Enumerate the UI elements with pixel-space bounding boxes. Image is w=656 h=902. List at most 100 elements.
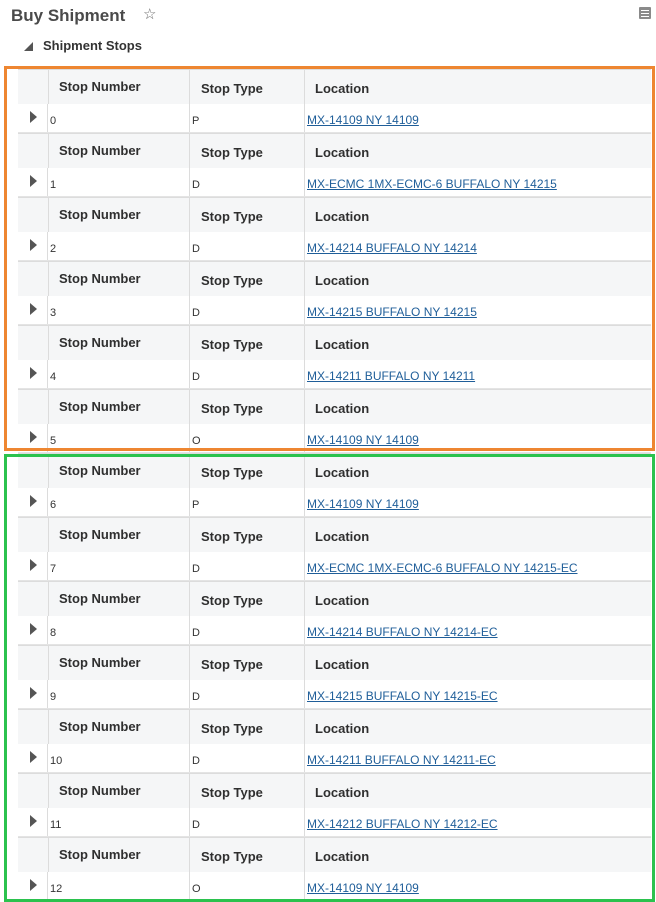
stop-row: 4 D MX-14211 BUFFALO NY 14211 — [18, 360, 651, 389]
expand-triangle-icon[interactable] — [30, 559, 37, 571]
stop-number-cell: 11 — [50, 819, 62, 831]
column-header-location[interactable]: Location — [304, 390, 651, 424]
location-link[interactable]: MX-ECMC 1MX-ECMC-6 BUFFALO NY 14215 — [307, 177, 557, 191]
expand-triangle-icon[interactable] — [30, 495, 37, 507]
column-header-stop-number[interactable]: Stop Number — [48, 134, 189, 169]
column-header-stop-type[interactable]: Stop Type — [189, 390, 305, 424]
expand-triangle-icon[interactable] — [30, 879, 37, 891]
column-header-stop-number[interactable]: Stop Number — [48, 198, 189, 233]
location-link[interactable]: MX-ECMC 1MX-ECMC-6 BUFFALO NY 14215-EC — [307, 561, 578, 575]
column-header-stop-number[interactable]: Stop Number — [48, 774, 189, 809]
column-header-stop-type[interactable]: Stop Type — [189, 518, 305, 552]
stop-row: 1 D MX-ECMC 1MX-ECMC-6 BUFFALO NY 14215 — [18, 168, 651, 197]
column-header-location[interactable]: Location — [304, 582, 651, 616]
column-header-stop-type[interactable]: Stop Type — [189, 326, 305, 360]
column-header-location[interactable]: Location — [304, 326, 651, 360]
expand-triangle-icon[interactable] — [30, 303, 37, 315]
stop-header-row: Stop Number Stop Type Location — [18, 581, 651, 617]
location-link[interactable]: MX-14109 NY 14109 — [307, 881, 419, 895]
column-header-stop-number[interactable]: Stop Number — [48, 582, 189, 617]
column-header-stop-number[interactable]: Stop Number — [48, 326, 189, 361]
column-header-stop-number[interactable]: Stop Number — [48, 710, 189, 745]
column-header-stop-number[interactable]: Stop Number — [48, 838, 189, 873]
location-link[interactable]: MX-14212 BUFFALO NY 14212-EC — [307, 817, 498, 831]
stop-row: 6 P MX-14109 NY 14109 — [18, 488, 651, 517]
stop-header-row: Stop Number Stop Type Location — [18, 69, 651, 105]
shipment-stops-list: Stop Number Stop Type Location 0 P MX-14109 N… — [18, 69, 651, 901]
expand-triangle-icon[interactable] — [30, 367, 37, 379]
stop-header-row: Stop Number Stop Type Location — [18, 197, 651, 233]
column-header-stop-type[interactable]: Stop Type — [189, 646, 305, 680]
column-header-location[interactable]: Location — [304, 646, 651, 680]
location-link[interactable]: MX-14214 BUFFALO NY 14214 — [307, 241, 477, 255]
stop-type-cell: D — [192, 563, 200, 575]
expand-triangle-icon[interactable] — [30, 239, 37, 251]
stop-row: 3 D MX-14215 BUFFALO NY 14215 — [18, 296, 651, 325]
stop-number-cell: 5 — [50, 435, 57, 447]
column-header-location[interactable]: Location — [304, 774, 651, 808]
expand-triangle-icon[interactable] — [30, 751, 37, 763]
column-header-stop-number[interactable]: Stop Number — [48, 518, 189, 553]
location-link[interactable]: MX-14211 BUFFALO NY 14211 — [307, 369, 475, 383]
stop-number-cell: 10 — [50, 755, 63, 767]
expand-triangle-icon[interactable] — [30, 623, 37, 635]
stop-type-cell: D — [192, 819, 200, 831]
column-header-stop-type[interactable]: Stop Type — [189, 710, 305, 744]
column-header-stop-type[interactable]: Stop Type — [189, 70, 305, 104]
column-header-location[interactable]: Location — [304, 454, 651, 488]
expand-triangle-icon[interactable] — [30, 687, 37, 699]
column-header-stop-number[interactable]: Stop Number — [48, 646, 189, 681]
stop-number-cell: 9 — [50, 691, 57, 703]
stop-header-row: Stop Number Stop Type Location — [18, 261, 651, 297]
stop-type-cell: P — [192, 115, 200, 127]
stop-number-cell: 4 — [50, 371, 57, 383]
column-header-location[interactable]: Location — [304, 70, 651, 104]
page-title: Buy Shipment — [11, 6, 126, 25]
column-header-stop-number[interactable]: Stop Number — [48, 262, 189, 297]
stop-number-cell: 8 — [50, 627, 57, 639]
location-link[interactable]: MX-14109 NY 14109 — [307, 433, 419, 447]
stop-row: 0 P MX-14109 NY 14109 — [18, 104, 651, 133]
expand-triangle-icon[interactable] — [30, 111, 37, 123]
column-header-location[interactable]: Location — [304, 198, 651, 232]
stop-header-row: Stop Number Stop Type Location — [18, 517, 651, 553]
column-header-location[interactable]: Location — [304, 710, 651, 744]
stop-row: 10 D MX-14211 BUFFALO NY 14211-EC — [18, 744, 651, 773]
column-header-stop-type[interactable]: Stop Type — [189, 134, 305, 168]
stop-header-row: Stop Number Stop Type Location — [18, 133, 651, 169]
column-header-stop-number[interactable]: Stop Number — [48, 390, 189, 425]
column-header-stop-type[interactable]: Stop Type — [189, 774, 305, 808]
column-header-stop-type[interactable]: Stop Type — [189, 582, 305, 616]
location-link[interactable]: MX-14215 BUFFALO NY 14215 — [307, 305, 477, 319]
collapse-triangle-icon[interactable] — [24, 42, 33, 51]
stop-type-cell: D — [192, 755, 200, 767]
column-header-location[interactable]: Location — [304, 838, 651, 872]
page-menu-icon[interactable] — [639, 7, 651, 19]
column-header-location[interactable]: Location — [304, 262, 651, 296]
location-link[interactable]: MX-14214 BUFFALO NY 14214-EC — [307, 625, 498, 639]
column-header-stop-number[interactable]: Stop Number — [48, 70, 189, 105]
column-header-stop-type[interactable]: Stop Type — [189, 454, 305, 488]
expand-triangle-icon[interactable] — [30, 175, 37, 187]
location-link[interactable]: MX-14109 NY 14109 — [307, 113, 419, 127]
stop-number-cell: 7 — [50, 563, 57, 575]
column-header-stop-type[interactable]: Stop Type — [189, 262, 305, 296]
column-header-location[interactable]: Location — [304, 134, 651, 168]
expand-triangle-icon[interactable] — [30, 431, 37, 443]
column-header-stop-type[interactable]: Stop Type — [189, 838, 305, 872]
location-link[interactable]: MX-14109 NY 14109 — [307, 497, 419, 511]
stop-row: 12 O MX-14109 NY 14109 — [18, 872, 651, 901]
column-header-stop-number[interactable]: Stop Number — [48, 454, 189, 489]
location-link[interactable]: MX-14215 BUFFALO NY 14215-EC — [307, 689, 498, 703]
column-header-stop-type[interactable]: Stop Type — [189, 198, 305, 232]
location-link[interactable]: MX-14211 BUFFALO NY 14211-EC — [307, 753, 496, 767]
column-header-location[interactable]: Location — [304, 518, 651, 552]
favorite-star-icon[interactable]: ☆ — [143, 5, 156, 23]
stop-number-cell: 1 — [50, 179, 57, 191]
stop-row: 8 D MX-14214 BUFFALO NY 14214-EC — [18, 616, 651, 645]
stop-header-row: Stop Number Stop Type Location — [18, 389, 651, 425]
expand-triangle-icon[interactable] — [30, 815, 37, 827]
stop-row: 11 D MX-14212 BUFFALO NY 14212-EC — [18, 808, 651, 837]
stop-type-cell: O — [192, 883, 201, 895]
stop-number-cell: 12 — [50, 883, 63, 895]
